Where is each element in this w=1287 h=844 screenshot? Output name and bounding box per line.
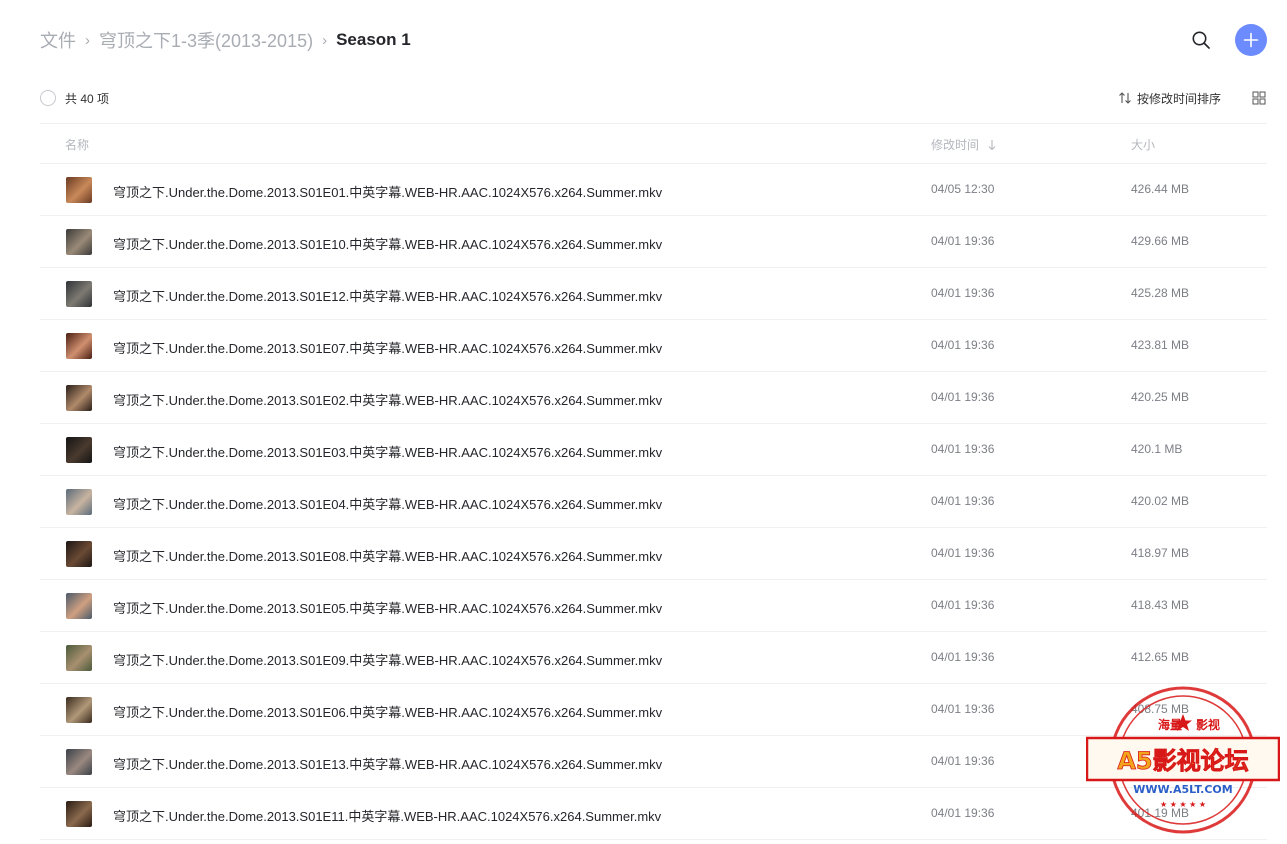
video-thumbnail — [66, 593, 92, 619]
file-row[interactable]: 穹顶之下.Under.the.Dome.2013.S01E02.中英字幕.WEB… — [40, 372, 1267, 424]
file-row[interactable]: 穹顶之下.Under.the.Dome.2013.S01E11.中英字幕.WEB… — [40, 788, 1267, 840]
sort-label: 按修改时间排序 — [1136, 91, 1221, 106]
file-size: 401.19 MB — [1131, 806, 1190, 820]
file-name[interactable]: 穹顶之下.Under.the.Dome.2013.S01E08.中英字幕.WEB… — [113, 546, 662, 565]
search-icon — [1192, 31, 1210, 49]
file-row[interactable]: 穹顶之下.Under.the.Dome.2013.S01E10.中英字幕.WEB… — [40, 216, 1267, 268]
header-actions — [1185, 24, 1267, 56]
video-thumbnail — [66, 333, 92, 359]
file-modified-time: 04/01 19:36 — [931, 546, 995, 560]
file-row[interactable]: 穹顶之下.Under.the.Dome.2013.S01E06.中英字幕.WEB… — [40, 684, 1267, 736]
file-row[interactable]: 穹顶之下.Under.the.Dome.2013.S01E08.中英字幕.WEB… — [40, 528, 1267, 580]
video-thumbnail — [66, 437, 92, 463]
breadcrumb-separator-icon: › — [322, 31, 328, 49]
file-name[interactable]: 穹顶之下.Under.the.Dome.2013.S01E12.中英字幕.WEB… — [113, 286, 662, 305]
file-name[interactable]: 穹顶之下.Under.the.Dome.2013.S01E01.中英字幕.WEB… — [113, 182, 662, 201]
file-size: 420.25 MB — [1131, 390, 1190, 404]
file-name[interactable]: 穹顶之下.Under.the.Dome.2013.S01E10.中英字幕.WEB… — [113, 234, 662, 253]
file-modified-time: 04/01 19:36 — [931, 754, 995, 768]
item-count: 共 40 项 — [65, 91, 110, 106]
file-size: 408.75 MB — [1131, 702, 1190, 716]
grid-view-icon — [1252, 91, 1266, 105]
breadcrumb-parent[interactable]: 穹顶之下1-3季(2013-2015) — [99, 27, 313, 53]
file-size: 418.43 MB — [1131, 598, 1190, 612]
video-thumbnail — [66, 281, 92, 307]
file-name[interactable]: 穹顶之下.Under.the.Dome.2013.S01E13.中英字幕.WEB… — [113, 754, 662, 773]
file-modified-time: 04/01 19:36 — [931, 494, 995, 508]
video-thumbnail — [66, 229, 92, 255]
column-header-time[interactable]: 修改时间 — [931, 136, 997, 153]
file-modified-time: 04/01 19:36 — [931, 338, 995, 352]
video-thumbnail — [66, 177, 92, 203]
file-name[interactable]: 穹顶之下.Under.the.Dome.2013.S01E03.中英字幕.WEB… — [113, 442, 662, 461]
file-modified-time: 04/01 19:36 — [931, 598, 995, 612]
video-thumbnail — [66, 749, 92, 775]
file-size: 426.44 MB — [1131, 182, 1190, 196]
toolbar-right: 按修改时间排序 — [1118, 86, 1267, 110]
file-modified-time: 04/01 19:36 — [931, 442, 995, 456]
select-all-checkbox[interactable] — [40, 90, 56, 106]
breadcrumb-separator-icon: › — [85, 31, 90, 49]
file-name[interactable]: 穹顶之下.Under.the.Dome.2013.S01E09.中英字幕.WEB… — [113, 650, 662, 669]
arrow-down-icon — [988, 139, 996, 150]
file-modified-time: 04/01 19:36 — [931, 234, 995, 248]
column-header-size[interactable]: 大小 — [1131, 136, 1155, 153]
file-row[interactable]: 穹顶之下.Under.the.Dome.2013.S01E01.中英字幕.WEB… — [40, 164, 1267, 216]
file-list: 穹顶之下.Under.the.Dome.2013.S01E01.中英字幕.WEB… — [40, 164, 1267, 840]
video-thumbnail — [66, 385, 92, 411]
file-size: 425.28 MB — [1131, 286, 1190, 300]
file-size: 420.02 MB — [1131, 494, 1190, 508]
add-button[interactable] — [1235, 24, 1267, 56]
file-modified-time: 04/01 19:36 — [931, 650, 995, 664]
video-thumbnail — [66, 697, 92, 723]
file-name[interactable]: 穹顶之下.Under.the.Dome.2013.S01E05.中英字幕.WEB… — [113, 598, 662, 617]
file-modified-time: 04/01 19:36 — [931, 806, 995, 820]
file-name[interactable]: 穹顶之下.Under.the.Dome.2013.S01E04.中英字幕.WEB… — [113, 494, 662, 513]
sort-button[interactable]: 按修改时间排序 — [1118, 90, 1221, 107]
sort-icon — [1119, 92, 1131, 104]
plus-icon — [1243, 32, 1259, 48]
video-thumbnail — [66, 489, 92, 515]
breadcrumb: 文件 › 穹顶之下1-3季(2013-2015) › Season 1 — [40, 27, 411, 53]
file-row[interactable]: 穹顶之下.Under.the.Dome.2013.S01E07.中英字幕.WEB… — [40, 320, 1267, 372]
file-modified-time: 04/01 19:36 — [931, 702, 995, 716]
file-modified-time: 04/01 19:36 — [931, 390, 995, 404]
file-row[interactable]: 穹顶之下.Under.the.Dome.2013.S01E04.中英字幕.WEB… — [40, 476, 1267, 528]
file-size: 405.15 MB — [1131, 754, 1190, 768]
column-header-time-label: 修改时间 — [931, 138, 980, 152]
video-thumbnail — [66, 801, 92, 827]
file-name[interactable]: 穹顶之下.Under.the.Dome.2013.S01E02.中英字幕.WEB… — [113, 390, 662, 409]
grid-view-button[interactable] — [1251, 90, 1267, 106]
file-modified-time: 04/05 12:30 — [931, 182, 995, 196]
file-name[interactable]: 穹顶之下.Under.the.Dome.2013.S01E06.中英字幕.WEB… — [113, 702, 662, 721]
header: 文件 › 穹顶之下1-3季(2013-2015) › Season 1 — [40, 24, 1267, 56]
file-row[interactable]: 穹顶之下.Under.the.Dome.2013.S01E03.中英字幕.WEB… — [40, 424, 1267, 476]
file-row[interactable]: 穹顶之下.Under.the.Dome.2013.S01E13.中英字幕.WEB… — [40, 736, 1267, 788]
video-thumbnail — [66, 645, 92, 671]
file-row[interactable]: 穹顶之下.Under.the.Dome.2013.S01E05.中英字幕.WEB… — [40, 580, 1267, 632]
column-header-name[interactable]: 名称 — [65, 136, 89, 153]
file-name[interactable]: 穹顶之下.Under.the.Dome.2013.S01E07.中英字幕.WEB… — [113, 338, 662, 357]
file-modified-time: 04/01 19:36 — [931, 286, 995, 300]
search-button[interactable] — [1185, 24, 1217, 56]
file-size: 429.66 MB — [1131, 234, 1190, 248]
divider — [40, 123, 1267, 124]
toolbar: 共 40 项 按修改时间排序 — [40, 86, 1267, 110]
file-size: 420.1 MB — [1131, 442, 1183, 456]
file-row[interactable]: 穹顶之下.Under.the.Dome.2013.S01E12.中英字幕.WEB… — [40, 268, 1267, 320]
file-size: 423.81 MB — [1131, 338, 1190, 352]
breadcrumb-current: Season 1 — [336, 30, 411, 49]
breadcrumb-root[interactable]: 文件 — [40, 27, 76, 53]
file-row[interactable]: 穹顶之下.Under.the.Dome.2013.S01E09.中英字幕.WEB… — [40, 632, 1267, 684]
file-size: 418.97 MB — [1131, 546, 1190, 560]
file-size: 412.65 MB — [1131, 650, 1190, 664]
video-thumbnail — [66, 541, 92, 567]
file-name[interactable]: 穹顶之下.Under.the.Dome.2013.S01E11.中英字幕.WEB… — [113, 806, 661, 825]
